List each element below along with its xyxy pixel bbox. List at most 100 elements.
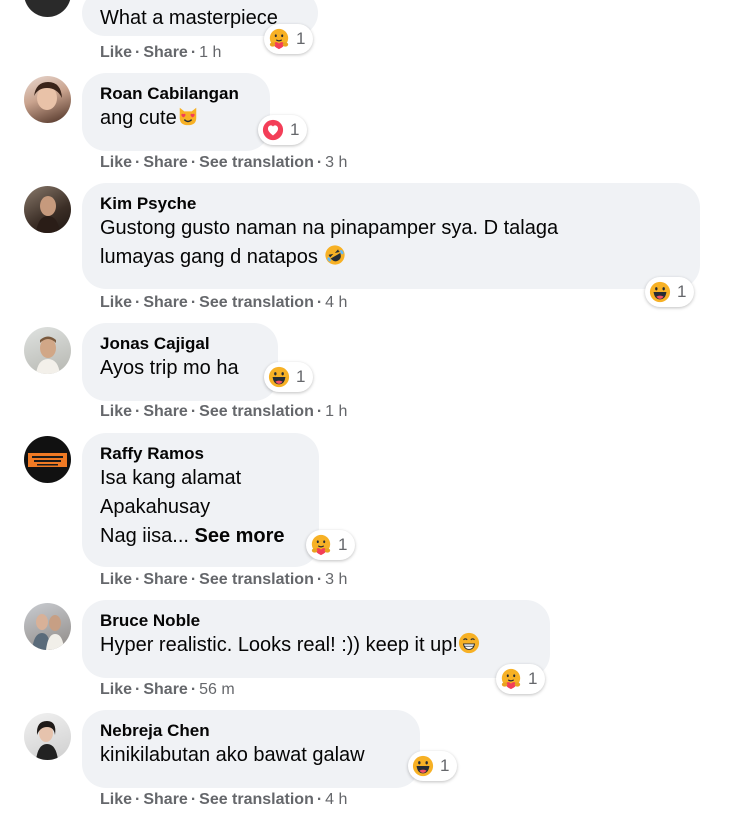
comment-actions: Like · Share · See translation · 4 h <box>100 293 347 313</box>
reaction-count: 1 <box>296 367 306 386</box>
haha-icon <box>268 366 290 388</box>
comment-time[interactable]: 1 h <box>325 403 347 420</box>
care-icon <box>268 28 290 50</box>
like-link[interactable]: Like <box>100 571 132 588</box>
avatar[interactable] <box>24 186 71 233</box>
comment-text: Hyper realistic. Looks real! :)) keep it… <box>100 634 458 656</box>
comment-actions: Like · Share · See translation · 3 h <box>100 570 347 590</box>
share-link[interactable]: Share <box>143 154 187 171</box>
see-translation-link[interactable]: See translation <box>199 154 314 171</box>
love-icon <box>262 119 284 141</box>
avatar[interactable] <box>24 76 71 123</box>
care-icon <box>500 668 522 690</box>
comment-text: Ayos trip mo ha <box>100 357 239 379</box>
comment-text-line: Nag iisa... <box>100 525 189 547</box>
rofl-emoji <box>324 244 346 266</box>
grinning-emoji <box>458 632 480 654</box>
reaction-badge[interactable]: 1 <box>258 115 308 145</box>
avatar[interactable] <box>24 327 71 374</box>
separator: · <box>135 681 141 698</box>
share-link[interactable]: Share <box>143 44 187 61</box>
comment-time[interactable]: 4 h <box>325 791 347 808</box>
commenter-name[interactable]: Raffy Ramos <box>100 443 301 464</box>
comment-actions: Like · Share · 56 m <box>100 680 235 700</box>
reaction-count: 1 <box>338 535 348 554</box>
comment-time[interactable]: 3 h <box>325 571 347 588</box>
avatar[interactable] <box>24 436 71 483</box>
commenter-name[interactable]: Roan Cabilangan <box>100 83 252 104</box>
like-link[interactable]: Like <box>100 294 132 311</box>
separator: · <box>135 44 141 61</box>
comment-time[interactable]: 56 m <box>199 681 235 698</box>
separator: · <box>190 154 197 171</box>
commenter-name[interactable]: Nebreja Chen <box>100 720 402 741</box>
care-icon <box>310 534 332 556</box>
share-link[interactable]: Share <box>143 294 187 311</box>
separator: · <box>135 571 141 588</box>
separator: · <box>316 403 323 420</box>
share-link[interactable]: Share <box>143 791 187 808</box>
avatar[interactable] <box>24 603 71 650</box>
reaction-badge[interactable]: 1 <box>306 530 356 560</box>
reaction-badge[interactable]: 1 <box>496 664 546 694</box>
commenter-name[interactable]: Bruce Noble <box>100 610 532 631</box>
commenter-name[interactable]: Kim Psyche <box>100 193 682 214</box>
comment-bubble: Roan Cabilangan ang cute <box>82 73 270 151</box>
comment-time[interactable]: 4 h <box>325 294 347 311</box>
see-translation-link[interactable]: See translation <box>199 791 314 808</box>
separator: · <box>190 44 197 61</box>
share-link[interactable]: Share <box>143 403 187 420</box>
avatar[interactable] <box>24 0 71 17</box>
separator: · <box>135 403 141 420</box>
comment-actions: Like · Share · See translation · 1 h <box>100 402 347 422</box>
comment-actions: Like · Share · 1 h <box>100 43 221 63</box>
share-link[interactable]: Share <box>143 571 187 588</box>
reaction-badge[interactable]: 1 <box>408 751 458 781</box>
separator: · <box>316 154 323 171</box>
comment-text: ang cute <box>100 107 177 129</box>
avatar[interactable] <box>24 713 71 760</box>
reaction-count: 1 <box>290 120 300 139</box>
reaction-badge[interactable]: 1 <box>264 24 314 54</box>
comment-time[interactable]: 1 h <box>199 44 221 61</box>
share-link[interactable]: Share <box>143 681 187 698</box>
haha-icon <box>412 755 434 777</box>
haha-icon <box>649 281 671 303</box>
separator: · <box>190 571 197 588</box>
separator: · <box>316 294 323 311</box>
like-link[interactable]: Like <box>100 44 132 61</box>
see-translation-link[interactable]: See translation <box>199 294 314 311</box>
comment-bubble: Raffy Ramos Isa kang alamat Apakahusay N… <box>82 433 319 567</box>
separator: · <box>190 791 197 808</box>
comment-bubble: Nebreja Chen kinikilabutan ako bawat gal… <box>82 710 420 788</box>
like-link[interactable]: Like <box>100 403 132 420</box>
comment-actions: Like · Share · See translation · 4 h <box>100 790 347 810</box>
see-translation-link[interactable]: See translation <box>199 403 314 420</box>
comment-bubble: Bruce Noble Hyper realistic. Looks real!… <box>82 600 550 678</box>
comment-text-line: Apakahusay <box>100 496 211 518</box>
commenter-name[interactable]: Jonas Cajigal <box>100 333 260 354</box>
separator: · <box>190 294 197 311</box>
reaction-badge[interactable]: 1 <box>645 277 695 307</box>
like-link[interactable]: Like <box>100 681 132 698</box>
like-link[interactable]: Like <box>100 154 132 171</box>
reaction-count: 1 <box>296 29 306 48</box>
see-more-link[interactable]: See more <box>195 525 285 547</box>
comment-time[interactable]: 3 h <box>325 154 347 171</box>
like-link[interactable]: Like <box>100 791 132 808</box>
separator: · <box>190 403 197 420</box>
comment-text-line: Isa kang alamat <box>100 467 242 489</box>
reaction-count: 1 <box>677 282 687 301</box>
separator: · <box>316 571 323 588</box>
separator: · <box>135 294 141 311</box>
comment-text-line: Gustong gusto naman na pinapamper sya. D… <box>100 217 559 239</box>
separator: · <box>316 791 323 808</box>
comment-bubble: Kim Psyche Gustong gusto naman na pinapa… <box>82 183 700 289</box>
comment-actions: Like · Share · See translation · 3 h <box>100 153 347 173</box>
comment-text: kinikilabutan ako bawat galaw <box>100 744 365 766</box>
comment-text-line: lumayas gang d natapos <box>100 246 318 268</box>
see-translation-link[interactable]: See translation <box>199 571 314 588</box>
reaction-count: 1 <box>528 669 538 688</box>
reaction-badge[interactable]: 1 <box>264 362 314 392</box>
separator: · <box>135 791 141 808</box>
